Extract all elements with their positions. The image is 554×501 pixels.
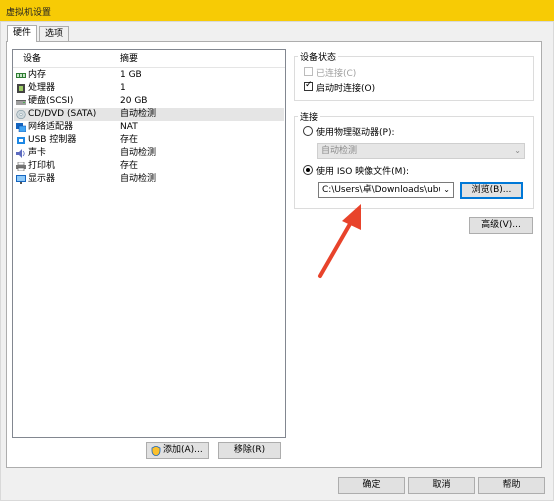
processor-icon (17, 84, 25, 93)
device-row-processor[interactable]: 处理器 1 (14, 82, 284, 95)
physical-drive-radio[interactable] (303, 126, 313, 136)
device-name: 显示器 (28, 174, 56, 184)
iso-image-radio[interactable] (303, 165, 313, 175)
hard-disk-icon (16, 100, 26, 105)
device-row-memory[interactable]: 内存 1 GB (14, 69, 284, 82)
device-summary: 自动检测 (120, 148, 157, 158)
device-row-cd-dvd[interactable]: CD/DVD (SATA) 自动检测 (14, 108, 284, 121)
physical-drive-label: 使用物理驱动器(P): (316, 128, 395, 138)
cd-dvd-icon (16, 110, 26, 119)
device-name: 网络适配器 (28, 122, 74, 132)
add-button-label: 添加(A)... (163, 445, 203, 455)
advanced-button[interactable]: 高级(V)... (469, 217, 533, 234)
connected-label: 已连接(C) (316, 69, 357, 79)
device-row-hard-disk[interactable]: 硬盘(SCSI) 20 GB (14, 95, 284, 108)
iso-path-value: C:\Users\卓\Downloads\ubu (322, 185, 440, 195)
header-divider (13, 67, 285, 68)
connection-title: 连接 (298, 110, 321, 123)
remove-button[interactable]: 移除(R) (218, 442, 281, 459)
device-summary: 自动检测 (120, 109, 157, 119)
device-name: 内存 (28, 70, 47, 80)
device-name: 打印机 (28, 161, 56, 171)
radio-dot-icon (306, 168, 310, 172)
printer-icon (16, 162, 26, 171)
chevron-down-icon: ⌄ (514, 146, 521, 155)
connect-at-power-on-checkbox[interactable]: ✓ (304, 80, 313, 91)
device-list[interactable]: 设备 摘要 内存 1 GB 处理器 1 硬盘(SCSI) 20 GB CD/DV… (12, 49, 286, 438)
device-row-printer[interactable]: 打印机 存在 (14, 160, 284, 173)
physical-drive-select[interactable]: 自动检测 ⌄ (317, 143, 525, 159)
device-status-title: 设备状态 (298, 50, 339, 63)
device-name: 硬盘(SCSI) (28, 96, 74, 106)
cancel-button[interactable]: 取消 (408, 477, 475, 494)
add-button[interactable]: 添加(A)... (146, 442, 209, 459)
device-name: 声卡 (28, 148, 47, 158)
device-row-usb-controller[interactable]: USB 控制器 存在 (14, 134, 284, 147)
connected-checkbox[interactable] (304, 67, 313, 76)
chevron-down-icon: ⌄ (443, 185, 450, 194)
device-row-display[interactable]: 显示器 自动检测 (14, 173, 284, 186)
device-summary: 20 GB (120, 96, 148, 106)
iso-image-label: 使用 ISO 映像文件(M): (316, 167, 409, 177)
usb-controller-icon (17, 137, 25, 144)
device-row-network-adapter[interactable]: 网络适配器 NAT (14, 121, 284, 134)
tab-options[interactable]: 选项 (39, 26, 70, 41)
window-title: 虚拟机设置 (6, 8, 52, 18)
device-name: USB 控制器 (28, 135, 77, 145)
display-icon (16, 175, 26, 184)
device-summary: 自动检测 (120, 174, 157, 184)
device-summary: 1 (120, 83, 126, 93)
memory-icon (16, 73, 26, 78)
iso-path-input[interactable]: C:\Users\卓\Downloads\ubu ⌄ (318, 182, 454, 198)
device-row-sound-card[interactable]: 声卡 自动检测 (14, 147, 284, 160)
help-button[interactable]: 帮助 (478, 477, 545, 494)
tab-hardware[interactable]: 硬件 (7, 25, 38, 42)
network-adapter-icon (16, 123, 26, 132)
connect-at-power-on-label: 启动时连接(O) (316, 84, 376, 94)
device-summary: 1 GB (120, 70, 142, 80)
physical-drive-select-value: 自动检测 (321, 146, 358, 156)
ok-button[interactable]: 确定 (338, 477, 405, 494)
device-name: 处理器 (28, 83, 56, 93)
summary-column-header[interactable]: 摘要 (120, 52, 138, 66)
device-name: CD/DVD (SATA) (28, 109, 97, 119)
browse-button[interactable]: 浏览(B)... (460, 182, 523, 199)
device-column-header[interactable]: 设备 (23, 52, 41, 66)
device-summary: 存在 (120, 161, 139, 171)
device-summary: 存在 (120, 135, 139, 145)
device-summary: NAT (120, 122, 138, 132)
shield-icon (151, 446, 161, 456)
sound-card-icon (16, 149, 25, 158)
check-mark-icon: ✓ (305, 80, 313, 90)
title-bar: 虚拟机设置 (0, 0, 554, 21)
